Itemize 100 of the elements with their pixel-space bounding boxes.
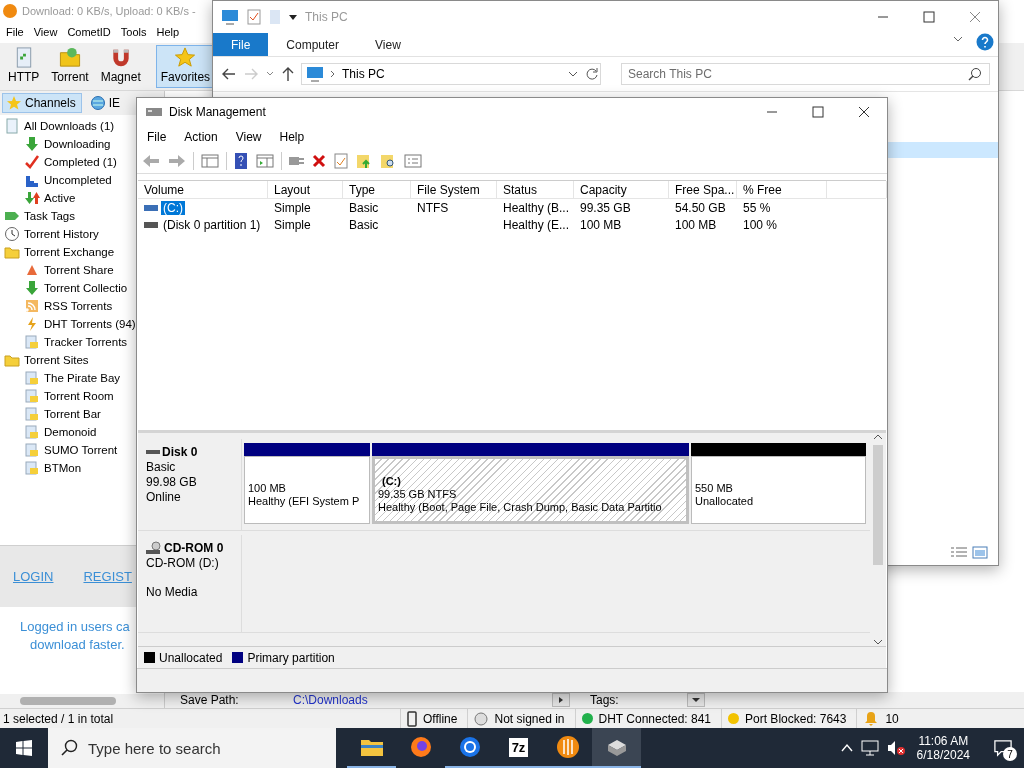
clock-icon bbox=[4, 226, 20, 242]
tree-item[interactable]: Task Tags bbox=[24, 210, 75, 222]
table-cell: NTFS bbox=[417, 200, 449, 215]
ribbon-tab[interactable]: View bbox=[357, 33, 419, 56]
up-down-arrows-icon bbox=[24, 190, 40, 206]
connect-button[interactable] bbox=[288, 155, 305, 166]
scrollbar-thumb[interactable] bbox=[873, 445, 883, 565]
column-header[interactable]: Volume bbox=[138, 181, 268, 198]
console-tree-button[interactable] bbox=[200, 152, 220, 169]
column-header[interactable]: Capacity bbox=[574, 181, 669, 198]
partition-status: Healthy (EFI System P bbox=[248, 494, 361, 507]
table-cell: 55 % bbox=[743, 200, 771, 215]
app-label: 7z bbox=[508, 737, 529, 757]
folder-icon bbox=[4, 352, 20, 368]
tree-item[interactable]: Torrent Bar bbox=[44, 408, 101, 420]
window-title: This PC bbox=[305, 10, 348, 24]
tree-item[interactable]: SUMO Torrent bbox=[44, 444, 118, 456]
tree-item[interactable]: Torrent Share bbox=[44, 264, 114, 276]
tiles-view-icon bbox=[972, 546, 988, 560]
folder-icon bbox=[359, 737, 384, 757]
toolbar-button[interactable]: Magnet bbox=[95, 45, 146, 88]
folder-icon bbox=[4, 244, 20, 260]
scrollbar-thumb[interactable] bbox=[20, 697, 116, 705]
tree-item[interactable]: Downloading bbox=[44, 138, 111, 150]
column-header[interactable]: % Free bbox=[737, 181, 827, 198]
tree-item[interactable]: Completed (1) bbox=[44, 156, 117, 168]
column-header[interactable]: Free Spa... bbox=[669, 181, 737, 198]
tree-item[interactable]: Uncompleted bbox=[44, 174, 112, 186]
partition-size: 100 MB bbox=[248, 481, 287, 494]
panel-icon bbox=[256, 153, 274, 168]
media-state: No Media bbox=[146, 585, 199, 599]
taskbar-app[interactable]: 7z bbox=[494, 728, 543, 768]
list-button[interactable] bbox=[403, 152, 423, 169]
tree-item[interactable]: RSS Torrents bbox=[44, 300, 113, 312]
column-header[interactable]: Status bbox=[497, 181, 574, 198]
tree-item[interactable]: Tracker Torrents bbox=[44, 336, 128, 348]
status-text: Offline bbox=[423, 711, 458, 726]
tree-item[interactable]: All Downloads (1) bbox=[24, 120, 115, 132]
notifications-button[interactable]: 7 bbox=[988, 733, 1018, 763]
partition-status: Healthy (Boot, Page File, Crash Dump, Basic Data Partitio bbox=[378, 501, 663, 513]
search-field[interactable]: Search This PC bbox=[621, 63, 990, 85]
partition[interactable]: (C:) 99.35 GB NTFS Healthy (Boot, Page File, Crash Dump, Basic Data Partitio bbox=[372, 456, 689, 524]
menu-item[interactable]: View bbox=[33, 26, 58, 38]
tree-item[interactable]: Torrent Collectio bbox=[44, 282, 128, 294]
menu-item[interactable]: Action bbox=[184, 130, 218, 144]
panel-tab[interactable]: Channels bbox=[2, 93, 82, 113]
field-label: Save Path: bbox=[180, 693, 239, 707]
panel-tab[interactable]: IE bbox=[85, 93, 127, 113]
speech-bubble-icon bbox=[994, 739, 1012, 757]
partition[interactable]: 550 MB Unallocated bbox=[691, 456, 866, 524]
menu-item[interactable]: Help bbox=[279, 130, 305, 144]
properties-button[interactable] bbox=[333, 151, 349, 170]
back-arrow-icon bbox=[142, 153, 160, 168]
toolbar-button[interactable]: Torrent bbox=[46, 45, 94, 88]
menu-item[interactable]: Help bbox=[156, 26, 180, 38]
tree-item[interactable]: DHT Torrents (94) bbox=[44, 318, 136, 330]
status-text: Not signed in bbox=[494, 711, 565, 726]
table-cell: Healthy (E... bbox=[503, 217, 570, 232]
address-bar[interactable]: This PC bbox=[301, 63, 601, 85]
taskbar-app[interactable] bbox=[592, 728, 641, 768]
dropdown-button[interactable] bbox=[687, 693, 705, 707]
tree-item[interactable]: BTMon bbox=[44, 462, 82, 474]
tree-item[interactable]: Torrent Exchange bbox=[24, 246, 115, 258]
column-header[interactable]: File System bbox=[411, 181, 497, 198]
page-icon bbox=[4, 118, 20, 134]
table-cell[interactable]: (C:) bbox=[161, 200, 185, 215]
ribbon-tab[interactable]: File bbox=[213, 33, 269, 56]
partition[interactable]: 100 MB Healthy (EFI System P bbox=[244, 456, 370, 524]
menu-item[interactable]: File bbox=[147, 130, 167, 144]
up-arrow-icon bbox=[281, 66, 295, 82]
action-pane-button[interactable] bbox=[255, 152, 275, 169]
forward-button[interactable] bbox=[167, 152, 187, 169]
folder-up-icon bbox=[356, 152, 372, 169]
table-cell: Simple bbox=[274, 217, 311, 232]
search-field[interactable]: Type here to search bbox=[48, 728, 336, 768]
ribbon-tab[interactable]: Computer bbox=[268, 33, 358, 56]
table-cell: Basic bbox=[349, 200, 379, 215]
table-cell[interactable]: (Disk 0 partition 1) bbox=[161, 217, 263, 232]
tree-item[interactable]: Demonoid bbox=[44, 426, 97, 438]
partition-label: (C:) bbox=[381, 475, 402, 487]
table-cell: 100 MB bbox=[580, 217, 622, 232]
help-button[interactable] bbox=[233, 150, 249, 171]
menu-item[interactable]: View bbox=[235, 130, 262, 144]
tree-item[interactable]: Torrent History bbox=[24, 228, 99, 240]
tree-item[interactable]: Torrent Room bbox=[44, 390, 114, 402]
star-icon bbox=[6, 95, 22, 111]
tree-item[interactable]: The Pirate Bay bbox=[44, 372, 121, 384]
menu-item[interactable]: CometID bbox=[67, 26, 111, 38]
toolbar-button[interactable]: HTTP bbox=[3, 45, 45, 88]
menu-item[interactable]: Tools bbox=[120, 26, 147, 38]
table-cell: Basic bbox=[349, 217, 379, 232]
help-icon bbox=[976, 33, 994, 51]
arrow-button[interactable] bbox=[552, 693, 570, 707]
back-button[interactable] bbox=[141, 152, 161, 169]
column-header[interactable]: Type bbox=[343, 181, 411, 198]
column-header[interactable]: Layout bbox=[268, 181, 343, 198]
tree-item[interactable]: Active bbox=[44, 192, 76, 204]
delete-button[interactable] bbox=[311, 152, 327, 169]
menu-item[interactable]: File bbox=[6, 26, 24, 38]
tree-item[interactable]: Torrent Sites bbox=[24, 354, 89, 366]
